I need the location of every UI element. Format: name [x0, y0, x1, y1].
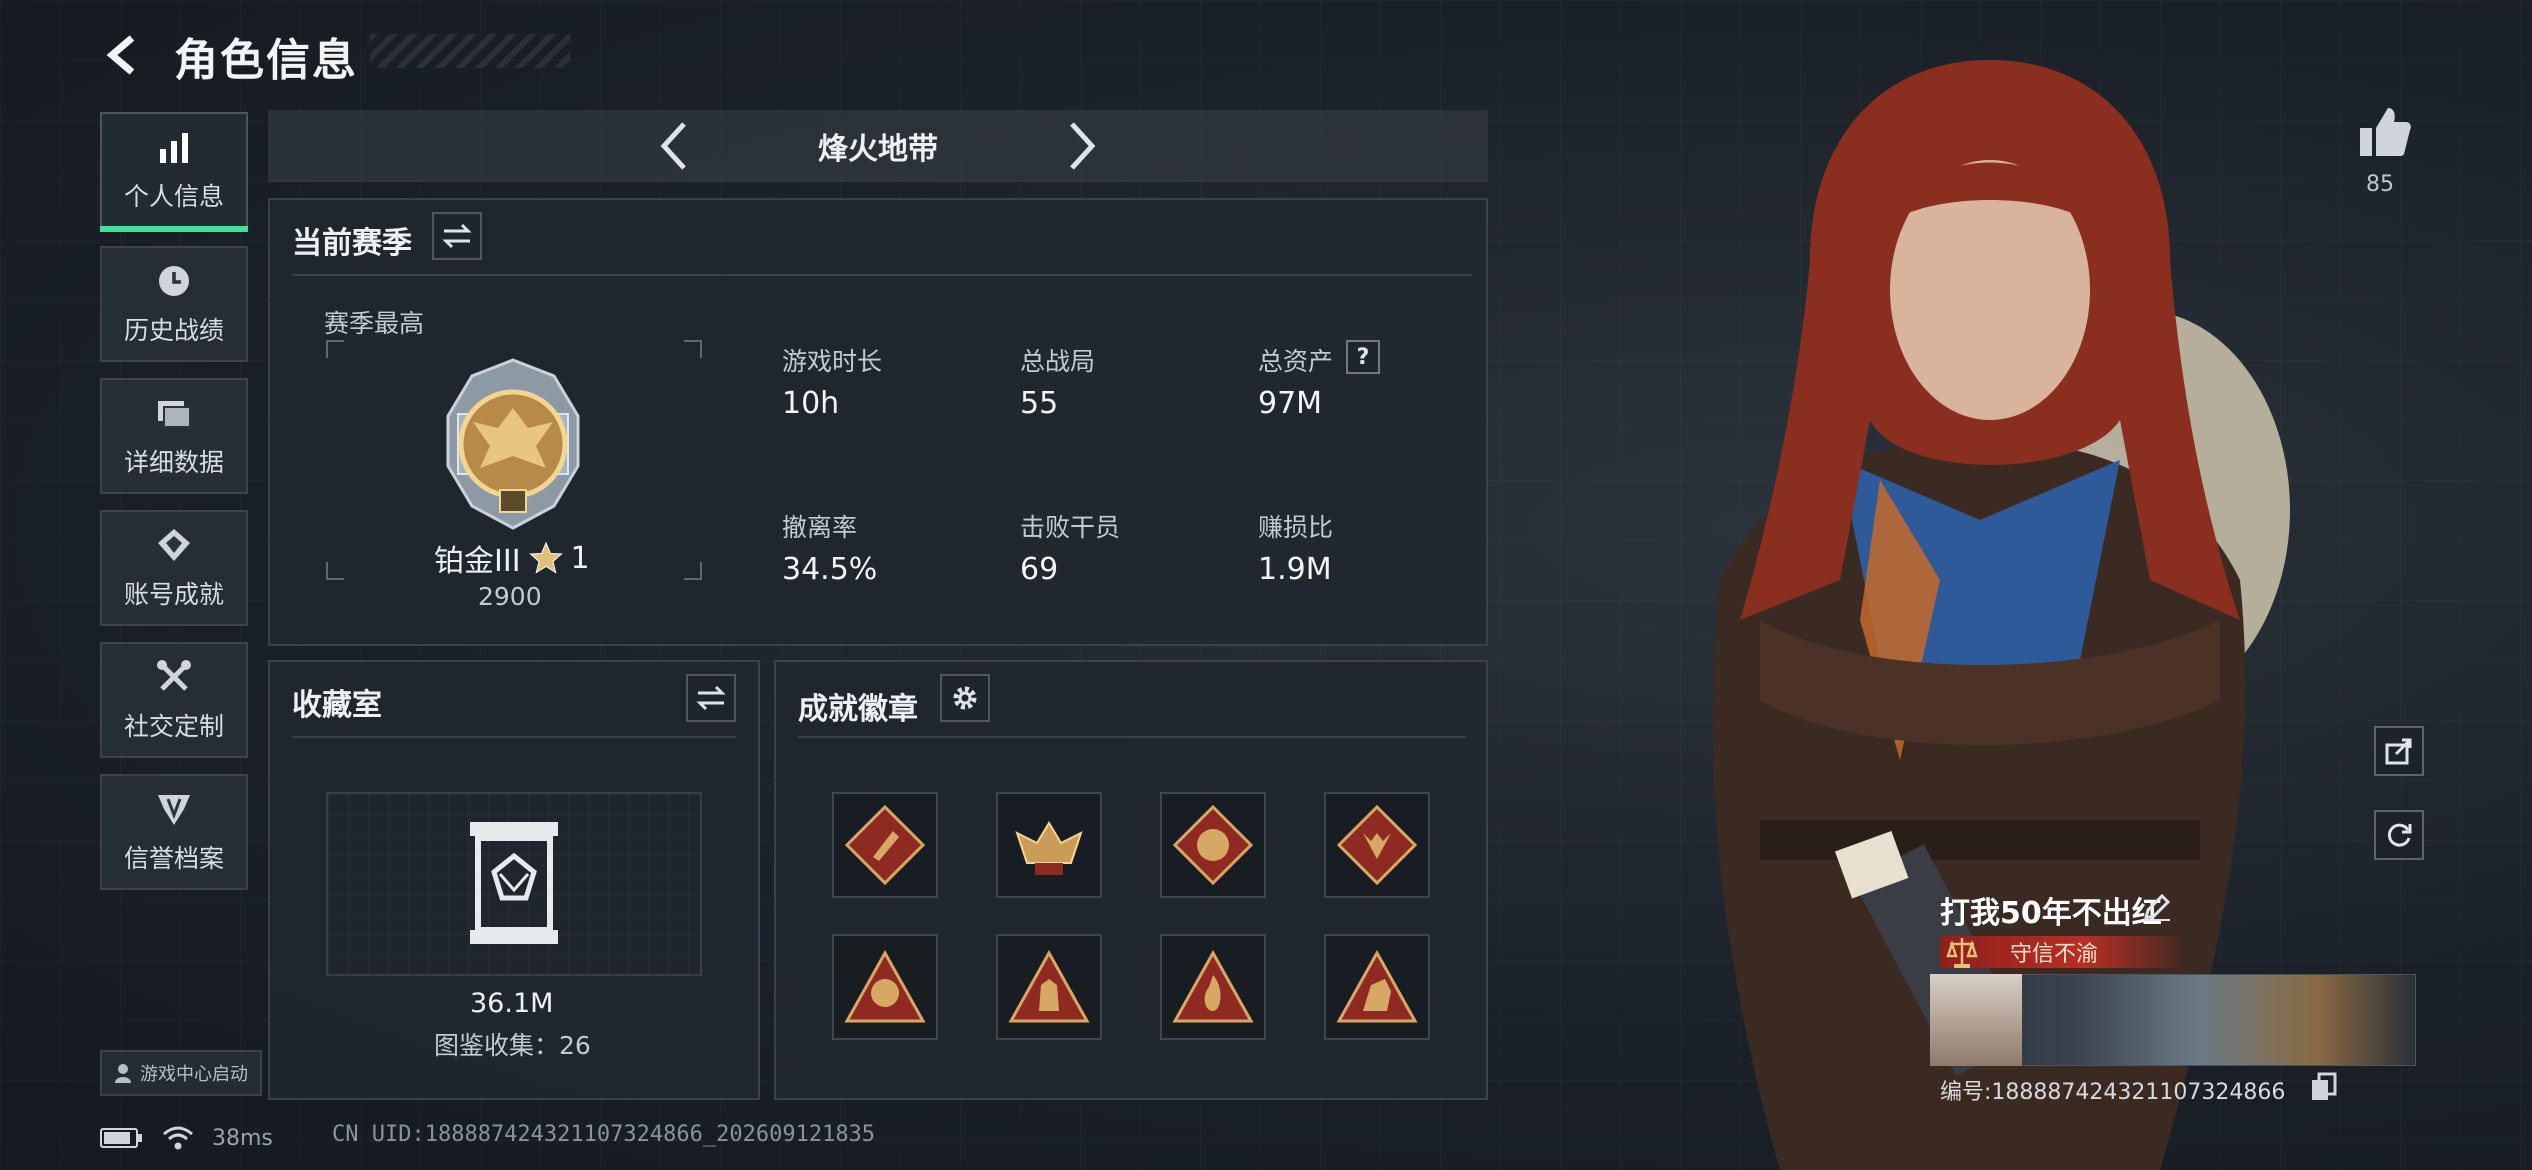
diamond-badge-icon [844, 804, 926, 886]
season-title: 当前赛季 [292, 226, 412, 261]
sidebar-item-label: 信誉档案 [123, 844, 224, 873]
badge-slot[interactable] [1324, 792, 1430, 898]
eagle-badge-icon [1015, 821, 1083, 875]
rank-points: 2900 [478, 582, 542, 611]
mode-title: 烽火地带 [818, 132, 938, 167]
next-mode-arrow-icon[interactable] [1050, 116, 1110, 176]
display-case-icon [470, 822, 558, 944]
season-switch-button[interactable] [432, 212, 482, 260]
ping-text: 38ms [212, 1125, 273, 1151]
gear-icon [953, 686, 977, 710]
swap-icon [442, 223, 472, 249]
sidebar-item-history[interactable]: 历史战绩 [100, 246, 248, 362]
sidebar-item-label: 账号成就 [123, 580, 224, 609]
bar-chart-icon [160, 133, 188, 163]
wifi-icon [163, 1126, 193, 1150]
stat-label-total-assets: 总资产 [1258, 347, 1334, 376]
divider [292, 274, 1472, 276]
tools-icon [157, 660, 191, 691]
divider [798, 736, 1466, 738]
medal-icon [158, 529, 190, 561]
scales-icon [1946, 938, 1978, 968]
stat-value-total-matches: 55 [1020, 386, 1059, 421]
stat-label-extract-rate: 撤离率 [782, 513, 858, 542]
sidebar-item-achievements[interactable]: 账号成就 [100, 510, 248, 626]
launch-label: 游戏中心启动 [140, 1064, 248, 1085]
sidebar-item-label: 详细数据 [123, 448, 224, 477]
stat-value-kills: 69 [1020, 552, 1059, 587]
prev-mode-arrow-icon[interactable] [646, 116, 706, 176]
folders-icon [158, 401, 191, 428]
rank-name: 铂金III [434, 544, 521, 579]
badges-title: 成就徽章 [798, 692, 918, 727]
stat-label-playtime: 游戏时长 [782, 347, 883, 376]
badge-slot[interactable] [1324, 934, 1430, 1040]
refresh-button[interactable] [2374, 810, 2424, 860]
wolf-badge-icon [1336, 804, 1418, 886]
game-center-launch-button[interactable]: 游戏中心启动 [100, 1050, 262, 1096]
badge-slot[interactable] [1160, 792, 1266, 898]
clock-icon [159, 266, 189, 296]
fist-badge-icon [844, 949, 926, 1023]
horse-badge-icon [1336, 949, 1418, 1023]
share-icon [2385, 738, 2412, 765]
collection-title: 收藏室 [292, 688, 382, 723]
share-button[interactable] [2374, 726, 2424, 776]
beast-badge-icon [1172, 804, 1254, 886]
swap-icon [696, 685, 726, 711]
help-icon[interactable]: ? [1346, 340, 1380, 374]
user-icon [115, 1064, 131, 1083]
sidebar-item-social[interactable]: 社交定制 [100, 642, 248, 758]
thumbs-up-icon[interactable] [2356, 104, 2412, 160]
hand-badge-icon [1008, 949, 1090, 1023]
collection-switch-button[interactable] [686, 674, 736, 722]
sidebar-item-personal-info[interactable]: 个人信息 [100, 112, 248, 232]
edit-pencil-icon[interactable] [2142, 892, 2172, 922]
collection-value: 36.1M [470, 988, 554, 1019]
like-count: 85 [2366, 172, 2394, 197]
badge-slot[interactable] [996, 934, 1102, 1040]
uid-text: CN UID:18888742432110732486​6_2026091218… [332, 1122, 876, 1147]
sidebar-item-credit[interactable]: 信誉档案 [100, 774, 248, 890]
stat-label-profit-ratio: 赚损比 [1258, 513, 1334, 542]
badges-settings-button[interactable] [940, 674, 990, 722]
shield-emblem-icon [158, 795, 190, 825]
sidebar-item-label: 社交定制 [123, 712, 224, 741]
divider [292, 736, 736, 738]
flame-badge-icon [1172, 949, 1254, 1023]
stat-value-total-assets: 97M [1258, 386, 1323, 421]
rank-line: 铂金III 1 [434, 538, 590, 580]
badge-slot[interactable] [1160, 934, 1266, 1040]
star-icon [528, 541, 563, 574]
sidebar-item-detail-data[interactable]: 详细数据 [100, 378, 248, 494]
stat-value-extract-rate: 34.5% [782, 552, 878, 587]
stat-value-playtime: 10h [782, 386, 840, 421]
back-arrow-icon[interactable] [98, 30, 148, 80]
title-decoration [370, 34, 570, 68]
catalog-count: 图鉴收集：26 [434, 1031, 591, 1060]
badge-slot[interactable] [996, 792, 1102, 898]
sidebar-item-label: 历史战绩 [123, 316, 224, 345]
copy-icon[interactable] [2310, 1072, 2338, 1102]
badge-slot[interactable] [832, 934, 938, 1040]
stat-label-kills: 击败干员 [1020, 513, 1121, 542]
season-best-label: 赛季最高 [324, 309, 425, 338]
player-title: 守信不渝 [2010, 942, 2099, 967]
stat-value-profit-ratio: 1.9M [1258, 552, 1332, 587]
avatar[interactable] [1930, 974, 2022, 1066]
rank-emblem-icon [446, 358, 580, 530]
player-name: 打我50年不出红 [1940, 896, 2162, 931]
status-bar: 38ms [100, 1122, 273, 1154]
stat-label-total-matches: 总战局 [1020, 347, 1096, 376]
battery-icon [100, 1128, 142, 1148]
refresh-icon [2387, 823, 2412, 847]
badge-slot[interactable] [832, 792, 938, 898]
sidebar-item-label: 个人信息 [123, 182, 224, 211]
rank-stars: 1 [570, 540, 590, 576]
player-id: 编号:18888742432110732486​6 [1940, 1080, 2286, 1105]
page-title: 角色信息 [174, 35, 358, 86]
